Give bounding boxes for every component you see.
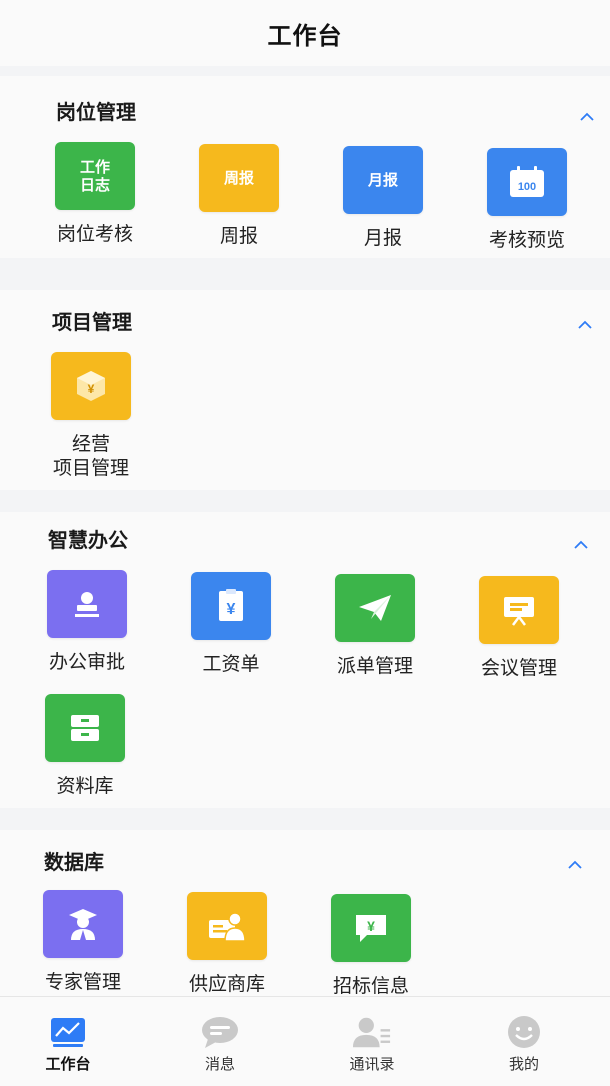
tile-expert-management[interactable]: 专家管理	[28, 890, 138, 994]
work-log-icon: 工作 日志	[55, 142, 135, 210]
tile-bidding-info[interactable]: ¥ 招标信息	[316, 894, 426, 998]
yen-message-icon: ¥	[331, 894, 411, 962]
monthly-report-icon: 月报	[343, 146, 423, 214]
section-title: 岗位管理	[56, 100, 136, 124]
tile-payslip[interactable]: ¥ 工资单	[176, 572, 286, 676]
tile-label: 经营 项目管理	[52, 433, 129, 479]
chevron-up-icon[interactable]	[568, 858, 582, 872]
tile-label: 派单管理	[336, 655, 413, 677]
section-title: 智慧办公	[48, 528, 128, 552]
header: 工作台	[0, 0, 610, 66]
score-calendar-icon: 100	[487, 148, 567, 216]
tile-business-project[interactable]: ¥ 经营 项目管理	[36, 352, 146, 480]
tab-contacts[interactable]: 通讯录	[312, 997, 432, 1086]
section-database: 数据库 专家管理 供应商库 ¥ 招标信息	[0, 830, 610, 998]
section-post-management: 岗位管理 工作 日志 岗位考核 周报 周报 月报 月报 100 考核预览	[0, 76, 610, 258]
tile-post-assessment[interactable]: 工作 日志 岗位考核	[40, 142, 150, 246]
section-smart-office: 智慧办公 办公审批 ¥ 工资单 派单管理 会议管理 资料库	[0, 512, 610, 808]
chevron-up-icon[interactable]	[574, 538, 588, 552]
tile-supplier-library[interactable]: 供应商库	[172, 892, 282, 996]
tile-label: 月报	[363, 227, 402, 249]
chevron-up-icon[interactable]	[578, 318, 592, 332]
stamp-icon	[47, 570, 127, 638]
tab-messages[interactable]: 消息	[160, 997, 280, 1086]
tile-label: 办公审批	[48, 651, 125, 673]
contacts-icon	[352, 1015, 392, 1049]
tab-label: 通讯录	[349, 1055, 395, 1073]
tab-label: 我的	[508, 1055, 539, 1073]
tile-label: 招标信息	[332, 975, 409, 997]
section-project-management: 项目管理 ¥ 经营 项目管理	[0, 290, 610, 490]
tile-label: 资料库	[56, 775, 114, 797]
tile-label: 岗位考核	[56, 223, 133, 245]
section-title: 数据库	[44, 850, 104, 874]
svg-text:¥: ¥	[367, 918, 375, 934]
supplier-card-icon	[187, 892, 267, 960]
smiley-icon	[504, 1015, 544, 1049]
tile-label: 周报	[219, 225, 258, 247]
cabinet-icon	[45, 694, 125, 762]
tab-label: 工作台	[45, 1055, 91, 1073]
bottom-tab-bar: 工作台 消息 通讯录 我的	[0, 996, 610, 1086]
tab-label: 消息	[204, 1055, 235, 1073]
presentation-icon	[479, 576, 559, 644]
tile-office-approval[interactable]: 办公审批	[32, 570, 142, 674]
svg-text:100: 100	[518, 181, 536, 193]
tile-label: 会议管理	[480, 657, 557, 679]
message-icon	[200, 1015, 240, 1049]
svg-text:¥: ¥	[227, 601, 236, 618]
page-title: 工作台	[267, 21, 343, 50]
weekly-report-icon: 周报	[199, 144, 279, 212]
paper-plane-icon	[335, 574, 415, 642]
tile-library[interactable]: 资料库	[30, 694, 140, 798]
chevron-up-icon[interactable]	[580, 110, 594, 124]
svg-text:¥: ¥	[88, 382, 95, 396]
tile-label: 专家管理	[44, 971, 121, 993]
tile-monthly-report[interactable]: 月报 月报	[328, 146, 438, 250]
tile-weekly-report[interactable]: 周报 周报	[184, 144, 294, 248]
tile-dispatch-management[interactable]: 派单管理	[320, 574, 430, 678]
tab-mine[interactable]: 我的	[464, 997, 584, 1086]
yen-box-icon: ¥	[51, 352, 131, 420]
chart-icon	[48, 1015, 88, 1049]
payslip-icon: ¥	[191, 572, 271, 640]
tile-label: 供应商库	[188, 973, 265, 995]
graduate-icon	[43, 890, 123, 958]
tile-label: 工资单	[202, 653, 260, 675]
section-title: 项目管理	[52, 310, 132, 334]
tile-assessment-preview[interactable]: 100 考核预览	[472, 148, 582, 252]
tile-label: 考核预览	[488, 229, 565, 251]
tile-meeting-management[interactable]: 会议管理	[464, 576, 574, 680]
tab-workbench[interactable]: 工作台	[8, 997, 128, 1086]
